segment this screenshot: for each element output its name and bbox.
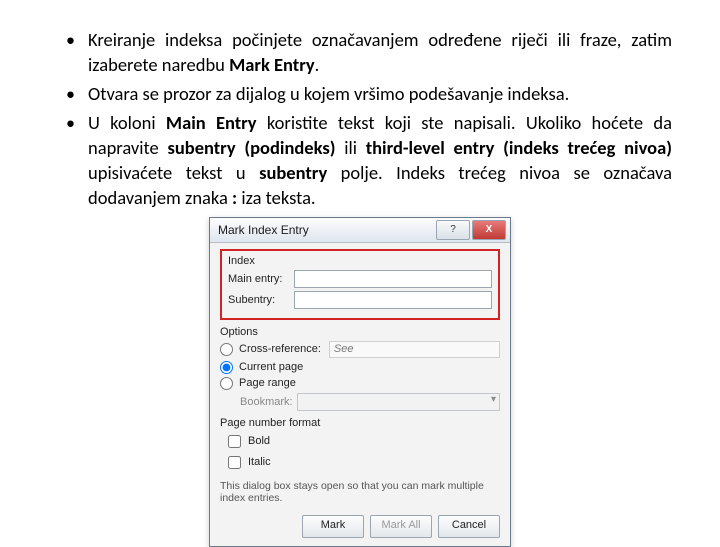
close-button[interactable]: X	[472, 220, 506, 240]
page-format-section-label: Page number format	[220, 417, 500, 429]
cross-reference-label: Cross-reference:	[239, 343, 321, 355]
text: U koloni	[88, 111, 166, 134]
cross-reference-value[interactable]: See	[329, 341, 500, 358]
text: upisivaćete tekst u	[88, 161, 259, 184]
cancel-button[interactable]: Cancel	[438, 515, 500, 538]
options-section-label: Options	[220, 326, 500, 338]
subentry-input[interactable]	[294, 291, 492, 309]
close-icon: X	[486, 224, 493, 235]
index-highlight-box: Index Main entry: Subentry:	[220, 249, 500, 320]
dialog-title: Mark Index Entry	[218, 223, 434, 237]
mark-index-entry-dialog: Mark Index Entry ? X Index Main entry: S…	[209, 217, 511, 547]
help-icon: ?	[450, 224, 456, 235]
bookmark-combo[interactable]	[297, 393, 500, 411]
italic-checkbox[interactable]	[228, 456, 241, 469]
subentry-label: Subentry:	[228, 294, 290, 306]
current-page-label: Current page	[239, 361, 303, 373]
cross-reference-radio[interactable]	[220, 343, 233, 356]
mark-button[interactable]: Mark	[302, 515, 364, 538]
bookmark-label: Bookmark:	[240, 396, 293, 408]
bold-text: subentry (podindeks)	[167, 136, 335, 159]
dialog-titlebar: Mark Index Entry ? X	[210, 218, 510, 243]
dialog-button-row: Mark Mark All Cancel	[220, 515, 500, 538]
current-page-row: Current page	[220, 361, 500, 374]
bullet-item: Otvara se prozor za dijalog u kojem vrši…	[70, 82, 672, 107]
bold-text: subentry	[259, 161, 327, 184]
bold-text: third-level entry (indeks trećeg nivoa)	[366, 136, 672, 159]
text: iza teksta.	[237, 186, 315, 209]
bold-row: Bold	[224, 432, 500, 451]
main-entry-input[interactable]	[294, 270, 492, 288]
mark-all-button[interactable]: Mark All	[370, 515, 432, 538]
text: Kreiranje indeksa počinjete označavanjem…	[88, 28, 672, 76]
bold-checkbox[interactable]	[228, 435, 241, 448]
bookmark-row: Bookmark:	[240, 393, 500, 411]
dialog-body: Index Main entry: Subentry: Options Cros…	[210, 243, 510, 546]
bold-text: Mark Entry	[229, 53, 315, 76]
bullet-item: U koloni Main Entry koristite tekst koji…	[70, 111, 672, 211]
main-entry-row: Main entry:	[228, 270, 492, 288]
italic-row: Italic	[224, 453, 500, 472]
cross-reference-row: Cross-reference: See	[220, 341, 500, 358]
main-entry-label: Main entry:	[228, 273, 290, 285]
subentry-row: Subentry:	[228, 291, 492, 309]
page-range-radio[interactable]	[220, 377, 233, 390]
bold-label: Bold	[248, 435, 270, 447]
text: .	[315, 53, 320, 76]
text: ili	[336, 136, 366, 159]
bold-text: Main Entry	[166, 111, 257, 134]
italic-label: Italic	[248, 456, 271, 468]
page-range-row: Page range	[220, 377, 500, 390]
page-range-label: Page range	[239, 377, 296, 389]
current-page-radio[interactable]	[220, 361, 233, 374]
bullet-list: Kreiranje indeksa počinjete označavanjem…	[40, 28, 680, 211]
text: Otvara se prozor za dijalog u kojem vrši…	[88, 82, 569, 105]
bullet-item: Kreiranje indeksa počinjete označavanjem…	[70, 28, 672, 78]
help-button[interactable]: ?	[436, 220, 470, 240]
index-section-label: Index	[228, 255, 492, 267]
dialog-hint: This dialog box stays open so that you c…	[220, 480, 500, 505]
